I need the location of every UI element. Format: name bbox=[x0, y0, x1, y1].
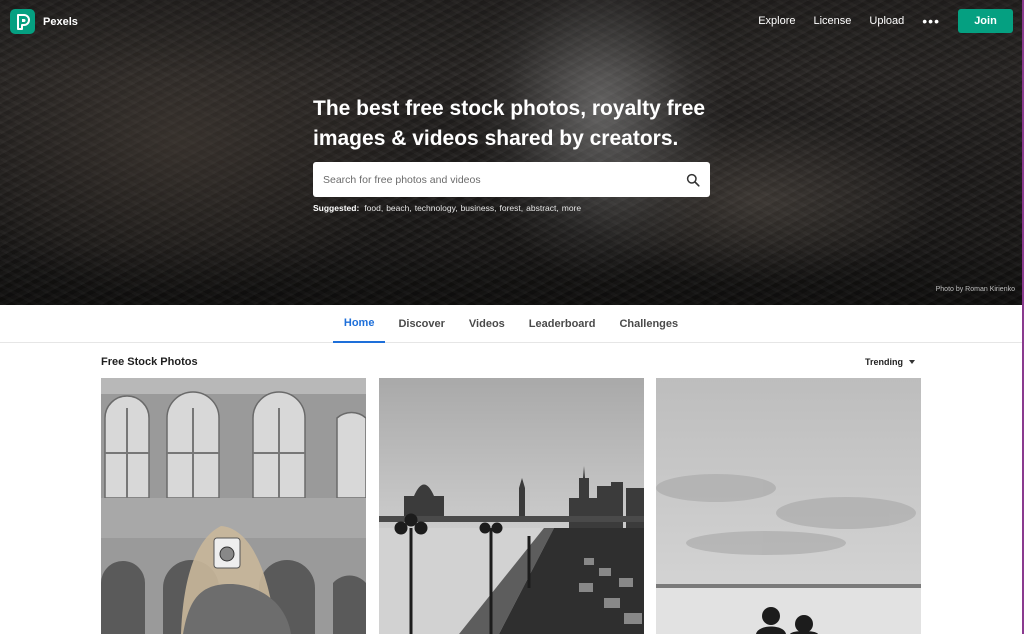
tab-challenges[interactable]: Challenges bbox=[608, 305, 689, 343]
suggested-searches: Suggested: food, beach, technology, busi… bbox=[313, 203, 713, 213]
photo-card[interactable] bbox=[379, 378, 644, 634]
nav-license-link[interactable]: License bbox=[814, 15, 852, 27]
sort-label[interactable]: Trending bbox=[865, 357, 903, 367]
suggested-food[interactable]: food, bbox=[364, 203, 383, 213]
logo[interactable]: Pexels bbox=[10, 9, 78, 34]
tab-videos[interactable]: Videos bbox=[458, 305, 516, 343]
photo-card[interactable] bbox=[656, 378, 921, 634]
nav-actions: Explore License Upload ••• Join bbox=[758, 9, 1013, 33]
tab-home[interactable]: Home bbox=[332, 305, 386, 343]
suggested-forest[interactable]: forest, bbox=[500, 203, 524, 213]
top-navigation: Pexels Explore License Upload ••• Join bbox=[0, 0, 1022, 42]
suggested-more[interactable]: more bbox=[562, 203, 581, 213]
tab-discover[interactable]: Discover bbox=[387, 305, 455, 343]
photo-city-river[interactable] bbox=[379, 378, 644, 634]
section-title: Free Stock Photos bbox=[101, 356, 198, 368]
join-button[interactable]: Join bbox=[958, 9, 1013, 33]
photo-building-camera[interactable] bbox=[101, 378, 366, 634]
suggested-label: Suggested: bbox=[313, 203, 360, 213]
nav-upload-link[interactable]: Upload bbox=[869, 15, 904, 27]
chevron-down-icon[interactable] bbox=[909, 360, 915, 364]
photo-beach-couple[interactable] bbox=[656, 378, 921, 634]
suggested-technology[interactable]: technology, bbox=[415, 203, 458, 213]
suggested-beach[interactable]: beach, bbox=[386, 203, 412, 213]
photo-credit[interactable]: Photo by Roman Kirienko bbox=[936, 286, 1015, 293]
pexels-logo-icon[interactable] bbox=[10, 9, 35, 34]
search-input[interactable] bbox=[323, 173, 686, 186]
photo-card[interactable] bbox=[101, 378, 366, 634]
suggested-abstract[interactable]: abstract, bbox=[526, 203, 559, 213]
brand-name[interactable]: Pexels bbox=[43, 16, 78, 28]
search-icon[interactable] bbox=[686, 173, 700, 187]
nav-explore-link[interactable]: Explore bbox=[758, 15, 795, 27]
content-tabs: Home Discover Videos Leaderboard Challen… bbox=[0, 305, 1022, 343]
suggested-business[interactable]: business, bbox=[461, 203, 497, 213]
hero-content: The best free stock photos, royalty free… bbox=[313, 94, 713, 213]
tab-leaderboard[interactable]: Leaderboard bbox=[518, 305, 607, 343]
search-bar[interactable] bbox=[313, 162, 710, 197]
hero-headline: The best free stock photos, royalty free… bbox=[313, 97, 706, 150]
more-menu-icon[interactable]: ••• bbox=[922, 14, 940, 28]
sort-dropdown[interactable]: Trending bbox=[865, 357, 915, 367]
